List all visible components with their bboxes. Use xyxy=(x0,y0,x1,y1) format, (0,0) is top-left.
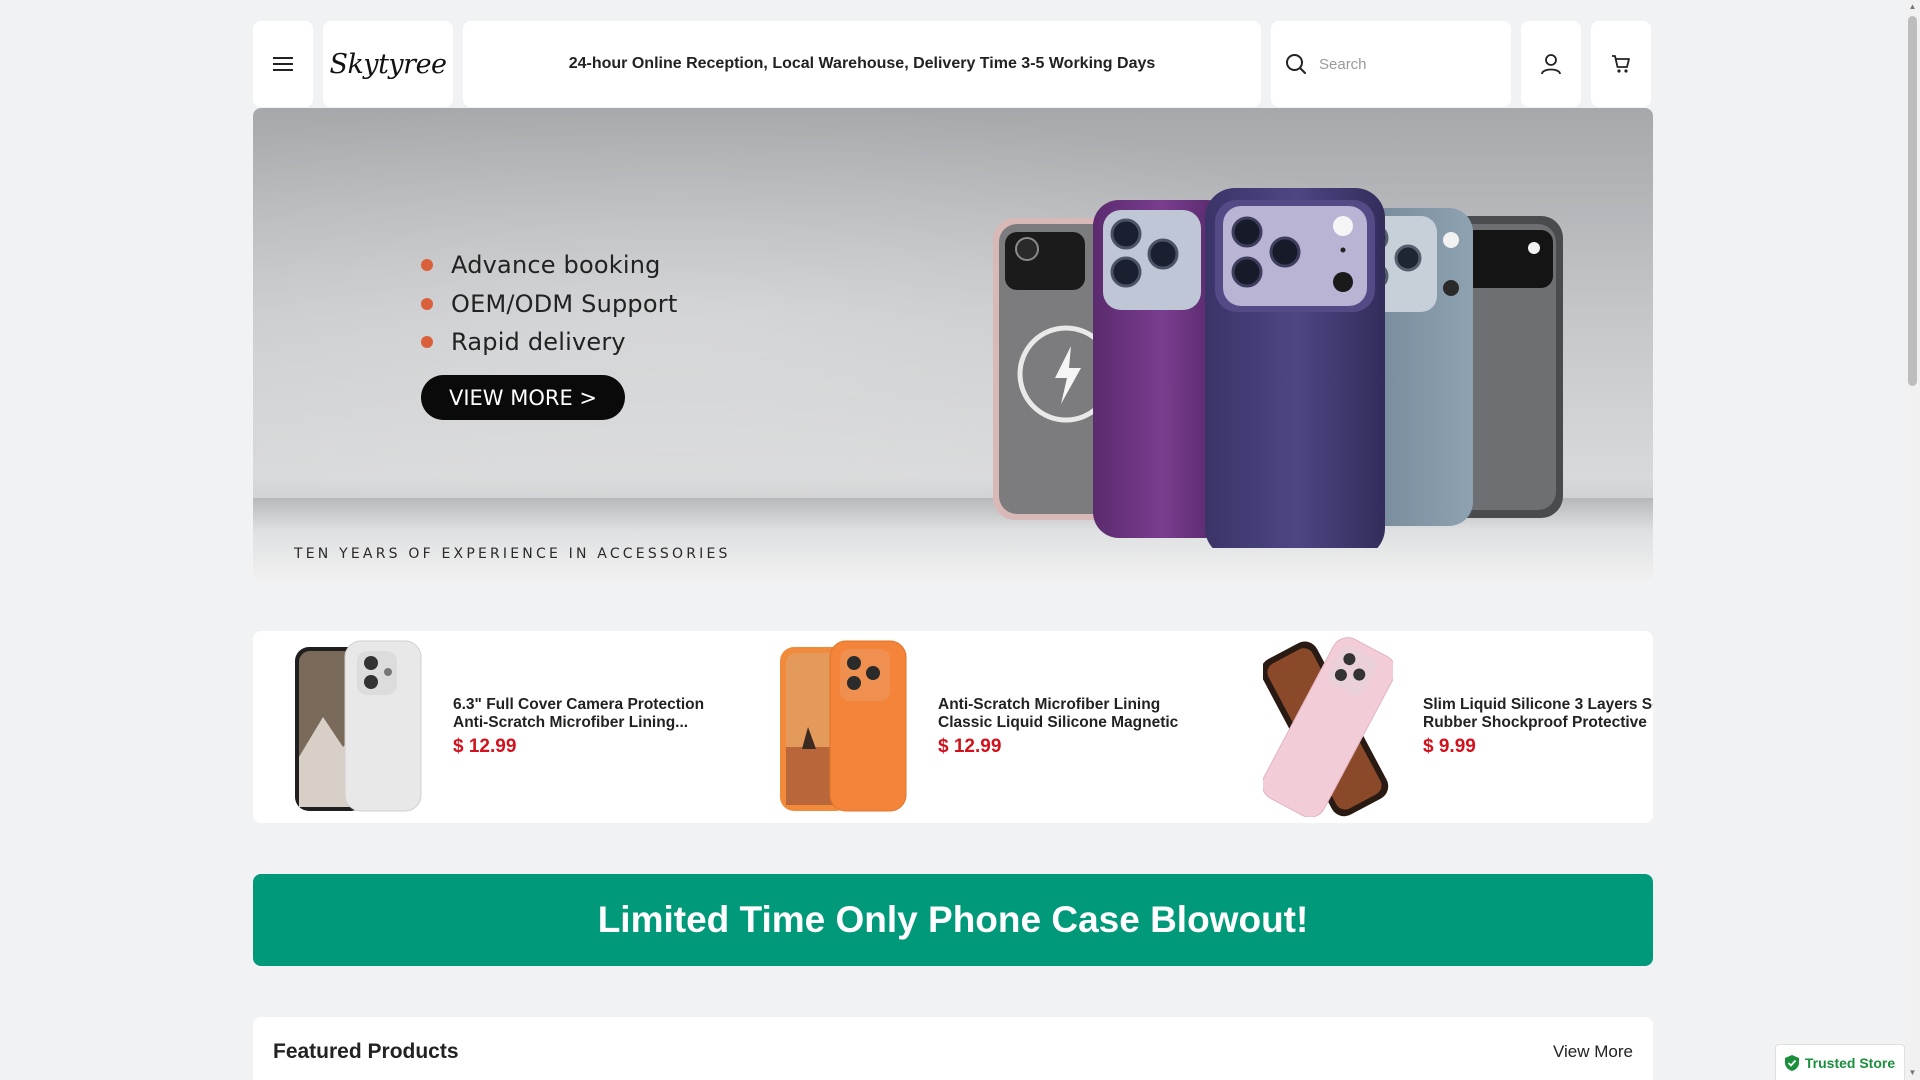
scroll-down-arrow-icon[interactable]: ▼ xyxy=(1908,1068,1917,1078)
page-wrapper: Skytyree 24-hour Online Reception, Local… xyxy=(253,21,1653,1080)
search-input[interactable] xyxy=(1319,55,1479,73)
product-image xyxy=(780,640,907,812)
section-title: Featured Products xyxy=(273,1040,459,1063)
hero-feature-item: Rapid delivery xyxy=(421,323,677,362)
hero-feature-item: Advance booking xyxy=(421,246,677,285)
menu-icon xyxy=(273,57,293,71)
product-title[interactable]: Anti-Scratch Microfiber Lining Classic L… xyxy=(938,696,1198,732)
search-bar[interactable] xyxy=(1271,21,1511,107)
site-logo: Skytyree xyxy=(329,48,447,80)
trusted-store-label: Trusted Store xyxy=(1804,1055,1896,1071)
product-card[interactable]: Slim Liquid Silicone 3 Layers Soft Rubbe… xyxy=(1263,631,1653,823)
page-scrollbar[interactable]: ▲ ▼ xyxy=(1905,0,1920,1080)
product-carousel[interactable]: 6.3" Full Cover Camera Protection Anti-S… xyxy=(253,631,1653,823)
product-price: $ 12.99 xyxy=(453,736,517,757)
bullet-dot-icon xyxy=(421,336,433,349)
search-icon[interactable] xyxy=(1285,53,1307,75)
product-title[interactable]: 6.3" Full Cover Camera Protection Anti-S… xyxy=(453,696,713,732)
scroll-up-arrow-icon[interactable]: ▲ xyxy=(1908,2,1917,12)
hero-feature-list: Advance booking OEM/ODM Support Rapid de… xyxy=(421,246,677,362)
scroll-thumb[interactable] xyxy=(1908,16,1917,386)
shipping-notice-bar: 24-hour Online Reception, Local Warehous… xyxy=(463,21,1261,107)
hero-banner[interactable]: Advance booking OEM/ODM Support Rapid de… xyxy=(253,108,1653,580)
product-image xyxy=(295,640,422,812)
view-more-link[interactable]: View More xyxy=(1553,1042,1633,1062)
shield-check-icon xyxy=(1784,1055,1799,1071)
promo-banner[interactable]: Limited Time Only Phone Case Blowout! xyxy=(253,874,1653,966)
cart-icon xyxy=(1612,55,1630,73)
product-card[interactable]: Anti-Scratch Microfiber Lining Classic L… xyxy=(778,631,1198,823)
site-header: Skytyree 24-hour Online Reception, Local… xyxy=(253,21,1653,107)
phone-cases-image xyxy=(993,188,1563,548)
product-info: Slim Liquid Silicone 3 Layers Soft Rubbe… xyxy=(1423,696,1653,758)
product-card[interactable]: 6.3" Full Cover Camera Protection Anti-S… xyxy=(293,631,713,823)
product-title[interactable]: Slim Liquid Silicone 3 Layers Soft Rubbe… xyxy=(1423,696,1653,732)
featured-products-header: Featured Products View More xyxy=(253,1017,1653,1080)
hero-view-more-button[interactable]: VIEW MORE > xyxy=(421,375,625,420)
product-price: $ 12.99 xyxy=(938,736,1002,757)
product-price: $ 9.99 xyxy=(1423,736,1476,757)
cart-button[interactable] xyxy=(1591,21,1651,107)
user-icon xyxy=(1541,54,1561,75)
product-info: 6.3" Full Cover Camera Protection Anti-S… xyxy=(453,696,713,758)
promo-text: Limited Time Only Phone Case Blowout! xyxy=(597,899,1309,940)
shipping-notice: 24-hour Online Reception, Local Warehous… xyxy=(568,55,1156,72)
menu-button[interactable] xyxy=(253,21,313,107)
bullet-dot-icon xyxy=(421,297,433,310)
logo-link[interactable]: Skytyree xyxy=(323,21,453,107)
trusted-store-badge[interactable]: Trusted Store xyxy=(1775,1044,1905,1080)
account-button[interactable] xyxy=(1521,21,1581,107)
hero-tagline: TEN YEARS OF EXPERIENCE IN ACCESSORIES xyxy=(294,546,731,562)
product-info: Anti-Scratch Microfiber Lining Classic L… xyxy=(938,696,1198,758)
bullet-dot-icon xyxy=(421,259,433,272)
hero-feature-item: OEM/ODM Support xyxy=(421,285,677,324)
product-image xyxy=(1263,637,1393,817)
